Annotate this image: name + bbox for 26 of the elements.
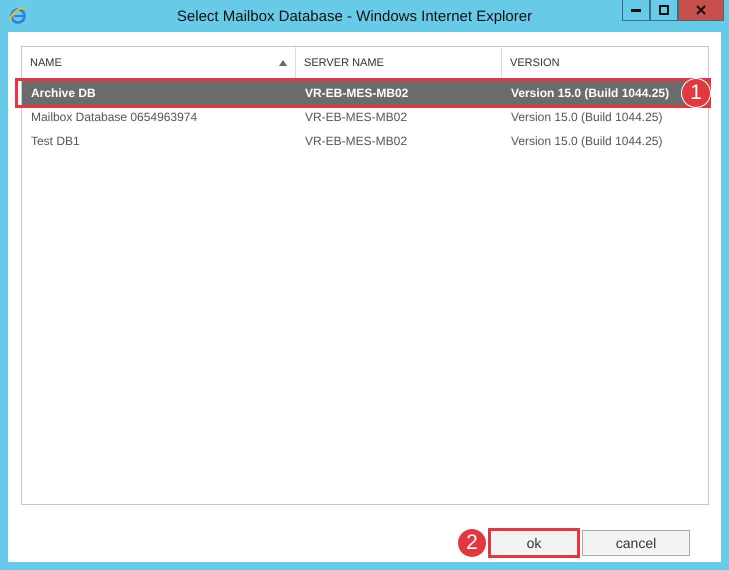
close-button[interactable] [678, 0, 724, 21]
dialog-button[interactable]: ok [490, 530, 578, 556]
callout-badge: 2 [458, 529, 486, 557]
table-cell: Version 15.0 (Build 1044.25) [511, 134, 662, 148]
table-cell: Version 15.0 (Build 1044.25) [511, 86, 670, 100]
table-cell: Test DB1 [31, 134, 80, 148]
maximize-button[interactable] [650, 0, 678, 21]
browser-logo-icon [9, 6, 27, 24]
table-row[interactable]: Test DB1 VR-EB-MES-MB02 Version 15.0 (Build 1044.25) [22, 129, 708, 153]
dialog-button[interactable]: cancel [582, 530, 690, 556]
minimize-icon [631, 8, 641, 12]
column-header[interactable]: VERSION [502, 47, 708, 78]
maximize-icon [659, 5, 669, 15]
table-cell: VR-EB-MES-MB02 [305, 86, 408, 100]
column-header[interactable]: SERVER NAME [296, 47, 502, 78]
window-title: Select Mailbox Database - Windows Internet Explorer [176, 8, 534, 25]
table-cell: VR-EB-MES-MB02 [305, 134, 408, 148]
table-cell: Archive DB [31, 86, 96, 100]
minimize-button[interactable] [622, 0, 650, 21]
callout-badge: 1 [682, 79, 710, 107]
column-header[interactable]: NAME [22, 47, 296, 78]
table-cell: VR-EB-MES-MB02 [305, 110, 408, 124]
close-icon [696, 5, 706, 15]
table-cell: Mailbox Database 0654963974 [31, 110, 198, 124]
table-row[interactable]: Mailbox Database 0654963974 VR-EB-MES-MB02 Version 15.0 (Build 1044.25) [22, 105, 708, 129]
table-cell: Version 15.0 (Build 1044.25) [511, 110, 662, 124]
